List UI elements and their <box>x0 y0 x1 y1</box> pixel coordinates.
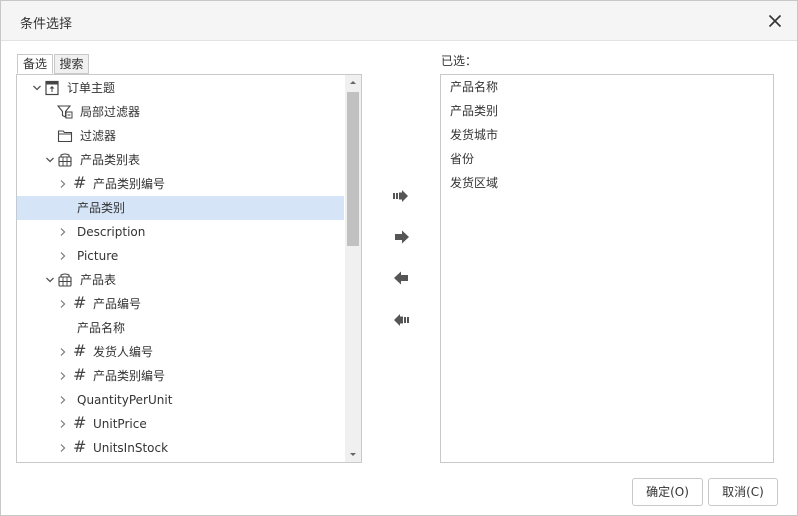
chevron-right-icon[interactable] <box>57 436 69 460</box>
scroll-up-arrow-icon <box>350 81 356 84</box>
tree-item-label: 产品类别编号 <box>93 177 166 191</box>
table-icon <box>57 152 73 168</box>
candidate-tree: 订单主题 局部过滤器 过滤器 产品类别表 # 产品类别编号 产品类别 Description P… <box>16 74 362 463</box>
add-button[interactable] <box>391 226 413 248</box>
tree-item-label: Picture <box>77 249 119 263</box>
tree-item-label: UnitsInStock <box>93 441 169 455</box>
selected-list: 产品名称 产品类别 发货城市 省份 发货区域 <box>440 74 774 463</box>
tree-item-label: 发货人编号 <box>93 345 154 359</box>
selected-list-item[interactable]: 产品名称 <box>450 75 498 99</box>
tree-item-label: Description <box>77 225 146 239</box>
arrow-right-icon <box>395 230 409 244</box>
close-button[interactable] <box>763 9 787 33</box>
hash-icon: # <box>73 341 87 360</box>
scroll-down-arrow-icon <box>350 453 356 456</box>
scrollbar-thumb[interactable] <box>347 92 359 246</box>
chevron-right-icon[interactable] <box>57 220 69 244</box>
tree-item-label: 订单主题 <box>67 81 116 95</box>
selected-list-label: 已选： <box>441 54 478 68</box>
chevron-right-icon[interactable] <box>57 172 69 196</box>
cancel-button[interactable]: 取消(C) <box>708 478 778 506</box>
tree-item-label: 产品编号 <box>93 297 142 311</box>
chevron-right-icon[interactable] <box>57 292 69 316</box>
dialog-titlebar: 条件选择 <box>1 1 797 41</box>
add-all-button[interactable] <box>390 185 412 207</box>
chevron-right-icon[interactable] <box>57 340 69 364</box>
tree-scrollbar[interactable] <box>345 75 361 462</box>
tree-item[interactable]: 产品类别表 <box>17 148 344 172</box>
selected-list-item[interactable]: 产品类别 <box>450 99 498 123</box>
chevron-right-icon[interactable] <box>57 244 69 268</box>
selected-list-item[interactable]: 发货城市 <box>450 123 498 147</box>
double-arrow-left-icon <box>394 314 409 326</box>
tree-item-label: 局部过滤器 <box>80 105 141 119</box>
tree-item[interactable]: 产品类别 <box>17 196 344 220</box>
remove-all-button[interactable] <box>390 309 412 331</box>
tree-item[interactable]: 订单主题 <box>17 76 344 100</box>
tree-item[interactable]: # 产品编号 <box>17 292 344 316</box>
hash-icon: # <box>73 413 87 432</box>
tree-item-label: QuantityPerUnit <box>77 393 173 407</box>
scroll-up-button[interactable] <box>345 75 361 90</box>
subject-icon <box>44 80 60 96</box>
hash-icon: # <box>73 365 87 384</box>
arrow-left-icon <box>394 271 408 285</box>
tab-search[interactable]: 搜索 <box>54 54 89 74</box>
hash-icon: # <box>73 173 87 192</box>
selected-list-item[interactable]: 发货区域 <box>450 171 498 195</box>
tree-item[interactable]: QuantityPerUnit <box>17 388 344 412</box>
chevron-down-icon[interactable] <box>31 76 43 100</box>
tree-item-label: 产品名称 <box>77 321 126 335</box>
tree-item[interactable]: # 产品类别编号 <box>17 364 344 388</box>
tree-item[interactable]: # UnitsInStock <box>17 436 344 460</box>
tree-item[interactable]: 产品名称 <box>17 316 344 340</box>
tree-item[interactable]: 局部过滤器 <box>17 100 344 124</box>
condition-select-dialog: 条件选择 备选 搜索 订单主题 局部过滤器 过滤器 产品类别表 # 产品类别编号 产品类别 D… <box>0 0 798 516</box>
tree-item-label: UnitPrice <box>93 417 147 431</box>
table-icon <box>57 272 73 288</box>
tab-candidates[interactable]: 备选 <box>17 54 53 74</box>
chevron-down-icon[interactable] <box>44 268 56 292</box>
tree-item[interactable]: # 发货人编号 <box>17 340 344 364</box>
tree-item[interactable]: # 产品类别编号 <box>17 172 344 196</box>
close-icon <box>768 14 782 28</box>
chevron-right-icon[interactable] <box>57 412 69 436</box>
tree-item-label: 产品表 <box>80 273 117 287</box>
hash-icon: # <box>73 293 87 312</box>
local-filter-icon <box>56 104 73 120</box>
scroll-down-button[interactable] <box>345 447 361 462</box>
tree-item-label: 过滤器 <box>80 129 117 143</box>
remove-button[interactable] <box>390 267 412 289</box>
tree-item[interactable]: 过滤器 <box>17 124 344 148</box>
tree-item[interactable]: Description <box>17 220 344 244</box>
chevron-right-icon[interactable] <box>57 388 69 412</box>
chevron-right-icon[interactable] <box>57 364 69 388</box>
tree-item[interactable]: 产品表 <box>17 268 344 292</box>
chevron-down-icon[interactable] <box>44 148 56 172</box>
tree-item-label: 产品类别编号 <box>93 369 166 383</box>
tree-item[interactable]: Picture <box>17 244 344 268</box>
hash-icon: # <box>73 437 87 456</box>
dialog-title: 条件选择 <box>20 17 73 32</box>
tree-item-label: 产品类别 <box>77 201 126 215</box>
tree-item-label: 产品类别表 <box>80 153 141 167</box>
selected-list-item[interactable]: 省份 <box>450 147 474 171</box>
ok-button[interactable]: 确定(O) <box>632 478 703 506</box>
tree-item[interactable]: # UnitPrice <box>17 412 344 436</box>
folder-icon <box>57 128 73 144</box>
double-arrow-right-icon <box>393 190 408 202</box>
